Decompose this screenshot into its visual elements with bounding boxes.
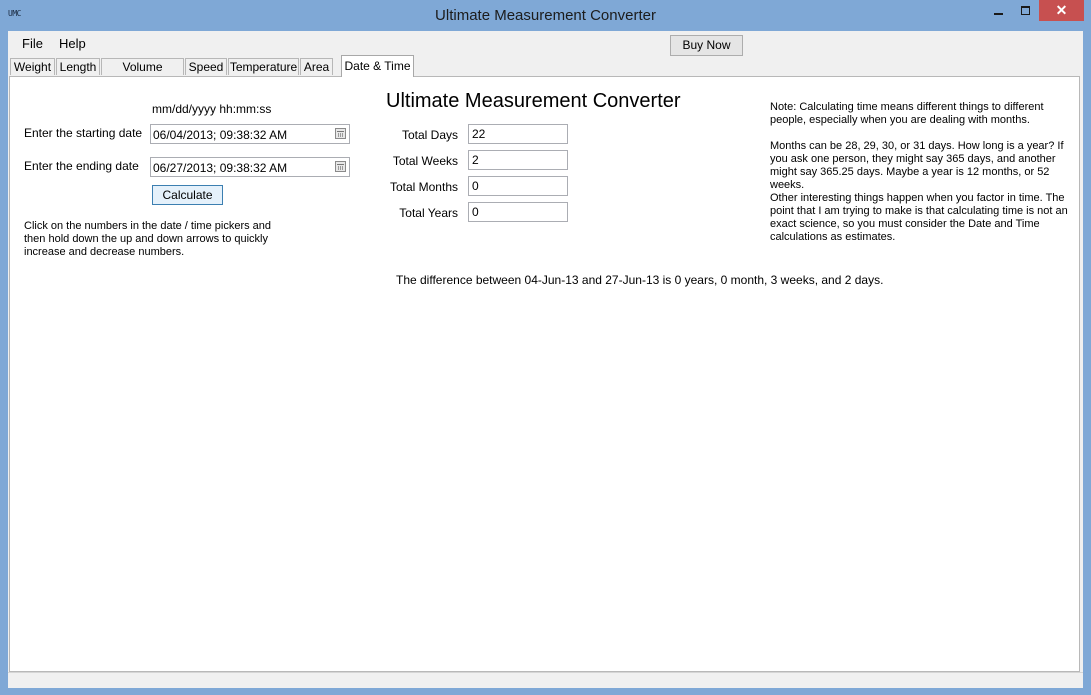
tab-length[interactable]: Length [56, 58, 100, 75]
page-title: Ultimate Measurement Converter [386, 90, 681, 112]
date-format-label: mm/dd/yyyy hh:mm:ss [152, 102, 272, 116]
start-date-picker[interactable]: 06/04/2013; 09:38:32 AM [150, 124, 350, 144]
tab-volume-liquid[interactable]: Volume (Liquid) [101, 58, 184, 91]
window-title: Ultimate Measurement Converter [435, 7, 656, 24]
tab-weight[interactable]: Weight [10, 58, 55, 75]
buy-now-button[interactable]: Buy Now [670, 35, 743, 56]
total-years-field[interactable]: 0 [468, 202, 568, 222]
maximize-icon [1021, 6, 1030, 16]
client-area: File Help Buy Now Weight Length Volume (… [8, 31, 1083, 688]
note-paragraph-3: Other interesting things happen when you… [770, 192, 1068, 243]
app-window: UMC Ultimate Measurement Converter ✕ Fil… [0, 0, 1091, 695]
total-days-value: 22 [472, 127, 486, 141]
date-time-panel: mm/dd/yyyy hh:mm:ss Enter the starting d… [9, 76, 1080, 672]
total-years-value: 0 [472, 205, 479, 219]
tab-temperature[interactable]: Temperature [228, 58, 299, 75]
total-days-field[interactable]: 22 [468, 124, 568, 144]
close-icon: ✕ [1055, 2, 1068, 18]
menu-file[interactable]: File [22, 36, 43, 51]
note-paragraph-1: Note: Calculating time means different t… [770, 101, 1044, 126]
title-bar[interactable]: UMC Ultimate Measurement Converter ✕ [0, 0, 1091, 31]
maximize-button[interactable] [1012, 0, 1039, 21]
tab-strip: Weight Length Volume (Liquid) Speed Temp… [8, 55, 1083, 91]
total-months-label: Total Months [389, 180, 458, 194]
note-paragraph-2: Months can be 28, 29, 30, or 31 days. Ho… [770, 140, 1064, 191]
status-bar [8, 672, 1083, 688]
calculate-button[interactable]: Calculate [152, 185, 223, 205]
end-date-value[interactable]: 06/27/2013; 09:38:32 AM [153, 161, 287, 175]
calendar-icon[interactable] [335, 161, 346, 172]
start-date-label: Enter the starting date [24, 126, 143, 140]
total-days-label: Total Days [401, 128, 458, 142]
total-weeks-label: Total Weeks [392, 154, 458, 168]
picker-hint-text: Click on the numbers in the date / time … [24, 220, 272, 258]
total-weeks-field[interactable]: 2 [468, 150, 568, 170]
tab-date-time[interactable]: Date & Time [341, 55, 414, 77]
minimize-icon [994, 12, 1003, 15]
menu-help[interactable]: Help [59, 36, 86, 51]
end-date-label: Enter the ending date [24, 159, 139, 173]
start-date-value[interactable]: 06/04/2013; 09:38:32 AM [153, 128, 287, 142]
total-months-field[interactable]: 0 [468, 176, 568, 196]
calendar-icon[interactable] [335, 128, 346, 139]
tab-speed[interactable]: Speed [185, 58, 227, 75]
end-date-picker[interactable]: 06/27/2013; 09:38:32 AM [150, 157, 350, 177]
difference-summary: The difference between 04-Jun-13 and 27-… [396, 273, 884, 287]
tab-area[interactable]: Area [300, 58, 333, 75]
minimize-button[interactable] [985, 0, 1012, 21]
total-years-label: Total Years [399, 206, 458, 220]
total-weeks-value: 2 [472, 153, 479, 167]
total-months-value: 0 [472, 179, 479, 193]
close-button[interactable]: ✕ [1039, 0, 1084, 21]
menu-bar: File Help Buy Now [8, 31, 1083, 56]
